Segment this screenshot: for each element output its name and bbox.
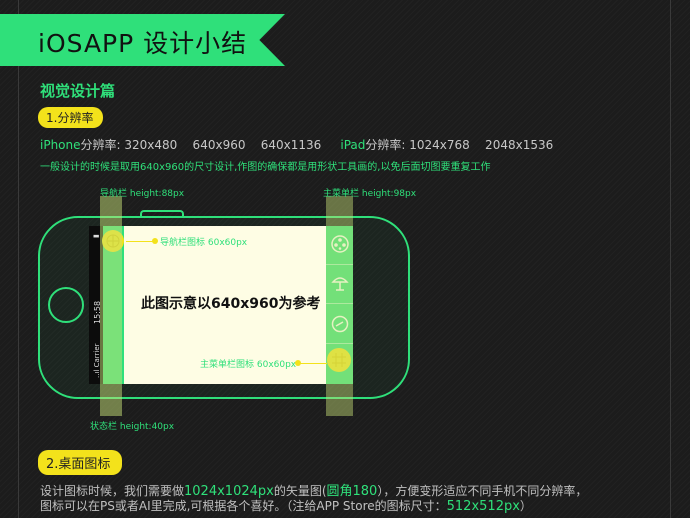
home-button bbox=[48, 287, 84, 323]
ipad-label: iPad bbox=[340, 138, 366, 152]
tab-bar-label: 主菜单栏 height:98px bbox=[323, 189, 417, 199]
desc-text: 设计图标时候，我们需要做 bbox=[40, 484, 185, 498]
banner-title: iOSAPP 设计小结 bbox=[38, 29, 248, 58]
desc-text: 的矢量图( bbox=[273, 484, 327, 498]
design-note: 一般设计的时候是取用640x960的尺寸设计,作图的确保都是用形状工具画的,以免… bbox=[40, 162, 491, 173]
nav-icon-callout-dot bbox=[152, 238, 158, 244]
nav-icon-callout-line bbox=[126, 241, 154, 242]
section-title: 视觉设计篇 bbox=[40, 82, 116, 100]
screen-caption: 此图示意以640x960为参考 bbox=[141, 296, 321, 312]
tab-bar-highlight bbox=[326, 196, 353, 416]
description-line-2: 图标可以在PS或者AI里完成,可根据各个喜好。（注给APP Store的图标尺寸… bbox=[40, 497, 532, 514]
step2-badge: 2.桌面图标 bbox=[38, 450, 123, 475]
resolution-line: iPhone分辨率: 320x480 640x960 640x1136 iPad… bbox=[40, 136, 553, 153]
tab-icon-callout-line bbox=[299, 363, 327, 364]
phone-side-button bbox=[140, 210, 184, 218]
ipad-suffix: 分辨率: bbox=[365, 138, 406, 152]
desc-text: 图标可以在PS或者AI里完成,可根据各个喜好。（注给APP Store的图标尺寸… bbox=[40, 499, 447, 513]
desc-text: ） bbox=[519, 499, 532, 513]
iphone-label: iPhone bbox=[40, 138, 81, 152]
nav-bar-label: 导航栏 height:88px bbox=[100, 189, 185, 199]
iphone-suffix: 分辨率: bbox=[80, 138, 121, 152]
nav-bar-highlight bbox=[100, 196, 122, 416]
step1-badge: 1.分辨率 bbox=[38, 107, 104, 128]
desc-text: ），方便变形适应不同手机不同分辨率， bbox=[377, 484, 588, 498]
desc-highlight-store: 512x512px bbox=[446, 499, 520, 514]
status-bar-label: 状态栏 height:40px bbox=[90, 422, 175, 432]
tab-icon-label: 主菜单栏图标 60x60px bbox=[200, 360, 297, 370]
ipad-values: 1024x768 2048x1536 bbox=[409, 138, 554, 152]
battery-icon: ▮ bbox=[92, 234, 100, 238]
iphone-values: 320x480 640x960 640x1136 bbox=[124, 138, 322, 152]
nav-icon-label: 导航栏图标 60x60px bbox=[160, 238, 248, 248]
